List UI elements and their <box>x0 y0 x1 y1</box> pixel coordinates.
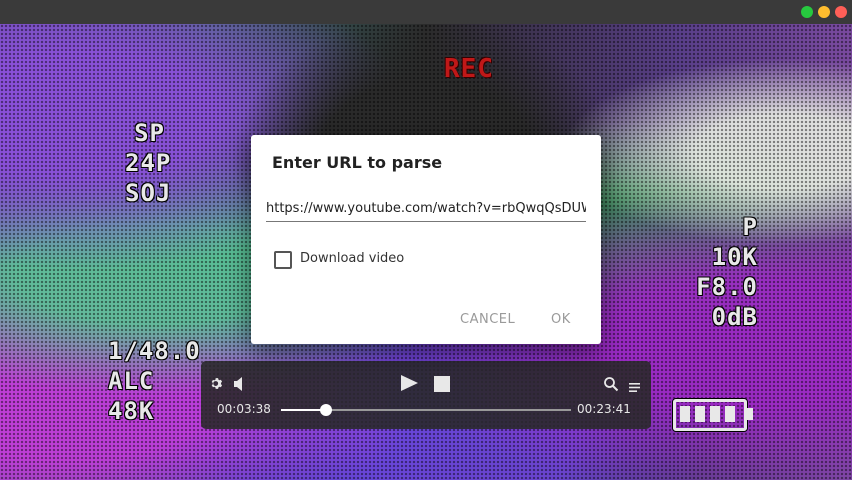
osd-right-mid: P 10K F8.0 0dB <box>688 212 758 332</box>
osd-mode: SP <box>134 119 165 147</box>
stop-icon[interactable] <box>434 376 450 392</box>
osd-white-balance: P 10K <box>711 213 758 271</box>
minimize-button[interactable] <box>818 6 830 18</box>
rec-indicator: REC <box>444 54 494 84</box>
battery-cell <box>680 406 690 422</box>
gear-icon[interactable] <box>210 377 223 394</box>
menu-icon[interactable] <box>629 378 640 392</box>
title-bar <box>0 0 852 24</box>
osd-framerate: 24P <box>125 149 172 177</box>
battery-cell <box>695 406 705 422</box>
current-time: 00:03:38 <box>217 402 271 416</box>
seek-bar[interactable] <box>281 404 571 416</box>
seek-handle[interactable] <box>319 404 332 416</box>
osd-gain: 0dB <box>711 303 758 331</box>
battery-cell <box>725 406 735 422</box>
osd-aperture: F8.0 <box>696 273 758 301</box>
battery-cell <box>710 406 720 422</box>
duration-time: 00:23:41 <box>577 402 631 416</box>
play-icon[interactable] <box>401 375 418 391</box>
seek-bar-progress <box>281 409 326 411</box>
volume-icon[interactable] <box>234 376 248 391</box>
cancel-button[interactable]: CANCEL <box>460 312 515 327</box>
close-button[interactable] <box>835 6 847 18</box>
download-video-label[interactable]: Download video <box>300 251 404 266</box>
url-dialog: Enter URL to parse Download video CANCEL… <box>251 135 601 344</box>
osd-left-top: SP 24P SOJ <box>125 118 172 208</box>
search-icon[interactable] <box>603 376 619 392</box>
ok-button[interactable]: OK <box>551 312 571 327</box>
url-input[interactable] <box>266 195 586 222</box>
osd-shot: SOJ <box>125 179 172 207</box>
dialog-title: Enter URL to parse <box>272 153 443 172</box>
battery-icon <box>673 399 753 431</box>
download-video-checkbox[interactable] <box>274 251 292 269</box>
maximize-button[interactable] <box>801 6 813 18</box>
player-controls: 00:03:38 00:23:41 <box>201 361 651 429</box>
